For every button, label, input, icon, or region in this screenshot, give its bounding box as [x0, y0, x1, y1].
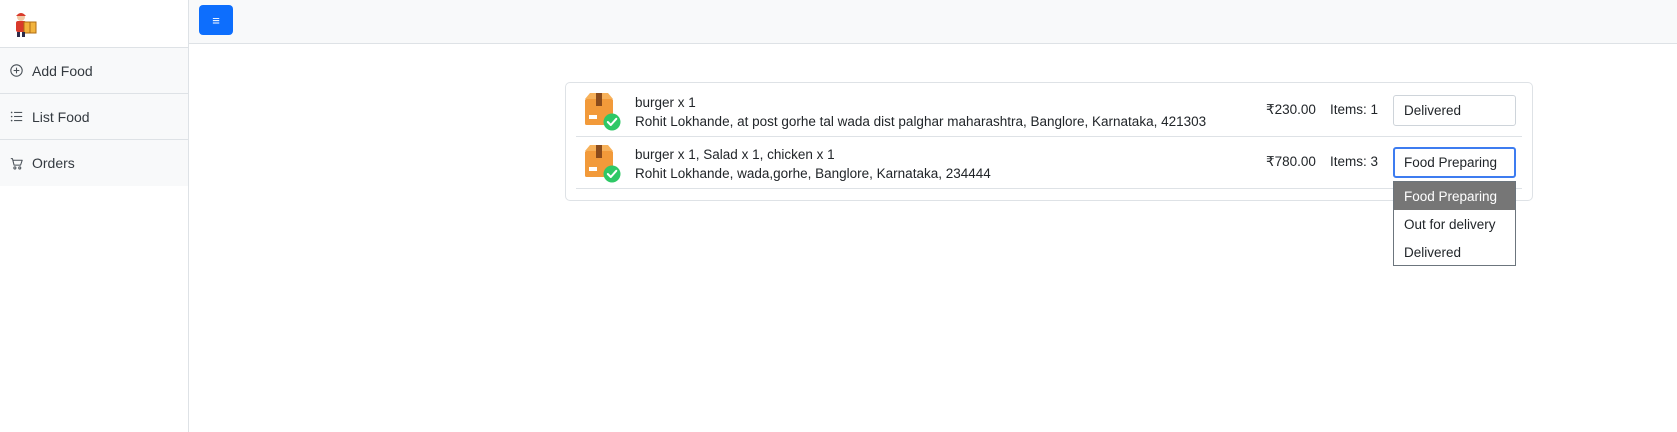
dropdown-option-delivered[interactable]: Delivered: [1394, 238, 1515, 266]
status-dropdown-menu: Food Preparing Out for delivery Delivere…: [1393, 181, 1516, 266]
order-items-count: Items: 1: [1330, 102, 1379, 117]
sidebar-item-list-food[interactable]: List Food: [0, 94, 188, 140]
list-icon: [9, 110, 23, 124]
sidebar: Add Food List Food Orders: [0, 0, 189, 432]
status-select-value: Delivered: [1404, 103, 1462, 118]
status-select-value: Food Preparing: [1404, 155, 1498, 170]
top-navbar: ≡: [189, 0, 1677, 44]
order-amount: ₹780.00: [1266, 154, 1316, 169]
brand-logo-area: [0, 0, 188, 48]
order-details: burger x 1 Rohit Lokhande, at post gorhe…: [635, 93, 1206, 131]
sidebar-item-label: Orders: [32, 155, 75, 171]
parcel-delivered-icon: [585, 93, 621, 131]
sidebar-item-label: List Food: [32, 108, 90, 125]
order-row: burger x 1 Rohit Lokhande, at post gorhe…: [576, 85, 1522, 137]
order-status-select[interactable]: Food Preparing: [1393, 147, 1516, 178]
dropdown-option-food-preparing[interactable]: Food Preparing: [1394, 182, 1515, 210]
orders-list: burger x 1 Rohit Lokhande, at post gorhe…: [565, 82, 1533, 201]
dropdown-option-out-for-delivery[interactable]: Out for delivery: [1394, 210, 1515, 238]
sidebar-item-label: Add Food: [32, 62, 93, 79]
order-items-count: Items: 3: [1330, 154, 1379, 169]
order-row: burger x 1, Salad x 1, chicken x 1 Rohit…: [576, 137, 1522, 189]
menu-toggle-button[interactable]: ≡: [199, 5, 233, 35]
order-address: Rohit Lokhande, at post gorhe tal wada d…: [635, 114, 1207, 129]
order-address: Rohit Lokhande, wada,gorhe, Banglore, Ka…: [635, 166, 991, 181]
order-items-text: burger x 1: [635, 95, 696, 110]
order-amount: ₹230.00: [1266, 102, 1316, 117]
sidebar-item-orders[interactable]: Orders: [0, 140, 188, 186]
order-details: burger x 1, Salad x 1, chicken x 1 Rohit…: [635, 145, 991, 183]
plus-circle-icon: [9, 64, 23, 78]
hamburger-icon: ≡: [212, 12, 220, 28]
order-status-select[interactable]: Delivered: [1393, 95, 1516, 126]
delivery-logo-icon[interactable]: [11, 10, 39, 38]
parcel-delivered-icon: [585, 145, 621, 183]
sidebar-item-add-food[interactable]: Add Food: [0, 48, 188, 94]
cart-icon: [9, 156, 23, 170]
order-items-text: burger x 1, Salad x 1, chicken x 1: [635, 147, 835, 162]
sidebar-nav: Add Food List Food Orders: [0, 48, 188, 186]
